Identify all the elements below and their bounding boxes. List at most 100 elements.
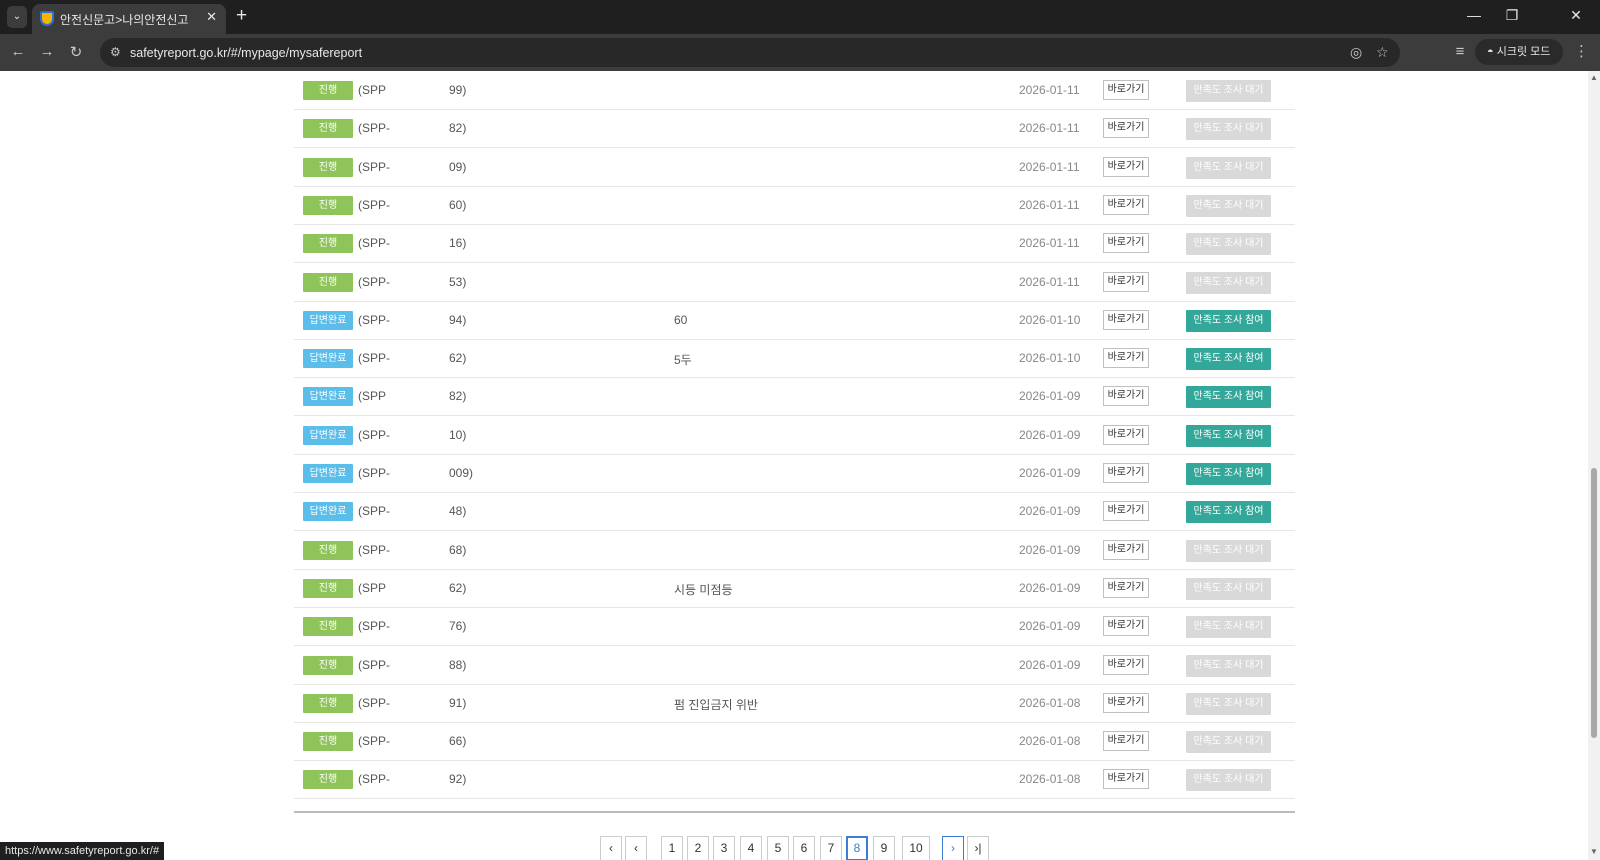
report-date: 2026-01-11 [1019,274,1080,289]
status-url: https://www.safetyreport.go.kr/# [0,842,165,860]
report-title[interactable]: 시등 미점등 [674,581,733,598]
status-badge: 답변완료 [303,425,353,445]
report-id: (SPP- [358,121,391,136]
reading-list-icon[interactable]: ≡ [1450,43,1470,60]
report-number: 16) [449,236,467,251]
report-title[interactable]: 5두 [674,351,692,368]
report-date: 2026-01-09 [1019,504,1081,519]
page-button-7[interactable]: 7 [820,836,842,860]
report-id: (SPP- [358,619,391,634]
table-row: 진행 (SPP- 09) 2026-01-11 바로가기 만족도 조사 대기 [294,148,1295,187]
survey-button[interactable]: 만족도 조사 참여 [1186,309,1271,332]
first-page-icon[interactable]: ‹ [600,836,622,860]
report-title[interactable]: 60 [674,313,687,327]
go-button[interactable]: 바로가기 [1103,463,1149,483]
new-tab-button[interactable]: + [236,5,247,27]
url-text[interactable]: safetyreport.go.kr/#/mypage/mysafereport [130,46,362,60]
go-button[interactable]: 바로가기 [1103,424,1149,445]
incognito-icon: ◓ [1487,46,1497,58]
page-button-4[interactable]: 4 [740,836,762,860]
go-button[interactable]: 바로가기 [1103,271,1149,292]
prev-page-icon[interactable]: ‹ [625,836,647,860]
page-scrollbar[interactable]: ▲ ▼ [1588,71,1600,860]
report-number: 60) [449,197,467,212]
report-id: (SPP- [358,504,391,519]
table-row: 답변완료 (SPP- 009) 2026-01-09 바로가기 만족도 조사 참여 [294,454,1295,493]
go-button[interactable]: 바로가기 [1103,731,1149,752]
forward-button[interactable]: → [37,43,57,60]
status-badge: 진행 [303,693,353,713]
survey-button: 만족도 조사 대기 [1186,616,1271,639]
status-badge: 진행 [303,578,353,598]
status-badge: 진행 [303,540,353,560]
report-id: (SPP [358,580,387,595]
status-badge: 답변완료 [303,502,353,522]
page-button-5[interactable]: 5 [767,836,789,860]
page-button-9[interactable]: 9 [873,836,895,860]
last-page-icon[interactable]: ›| [967,836,989,860]
incognito-indicator[interactable]: ◓ 시크릿 모드 [1475,39,1563,65]
survey-button[interactable]: 만족도 조사 참여 [1186,501,1271,524]
survey-button[interactable]: 만족도 조사 참여 [1186,386,1271,409]
minimize-button[interactable]: — [1464,7,1484,23]
go-button[interactable]: 바로가기 [1103,616,1149,637]
report-number: 76) [449,619,467,634]
report-title[interactable]: 펌 진입금지 위반 [674,696,758,713]
go-button[interactable]: 바로가기 [1103,539,1149,560]
table-row: 진행 (SPP- 76) 2026-01-09 바로가기 만족도 조사 대기 [294,607,1295,647]
go-button[interactable]: 바로가기 [1103,194,1149,215]
page-button-10[interactable]: 10 [902,836,930,860]
status-badge: 답변완료 [303,349,353,369]
status-badge: 진행 [303,81,353,100]
tab-close-icon[interactable]: ✕ [206,9,217,25]
reload-button[interactable]: ↻ [66,43,86,61]
scroll-up-icon[interactable]: ▲ [1590,73,1598,82]
go-button[interactable]: 바로가기 [1103,80,1149,100]
active-tab[interactable]: 안전신문고>나의안전신고 ✕ [32,4,226,34]
report-list-page: 진행 (SPP 99) 2026-01-11 바로가기 만족도 조사 대기 진행 (SPP- 8… [0,71,1588,860]
close-window-button[interactable]: ✕ [1566,7,1586,24]
page-button-6[interactable]: 6 [793,836,815,860]
go-button[interactable]: 바로가기 [1103,386,1149,407]
go-button[interactable]: 바로가기 [1103,501,1149,522]
incognito-label: 시크릿 모드 [1496,46,1551,58]
page-button-2[interactable]: 2 [687,836,709,860]
browser-menu-icon[interactable]: ⋮ [1574,42,1589,60]
report-date: 2026-01-11 [1019,197,1080,212]
report-id: (SPP- [358,772,391,787]
table-row: 진행 (SPP 99) 2026-01-11 바로가기 만족도 조사 대기 [294,71,1295,110]
report-number: 92) [449,772,467,787]
go-button[interactable]: 바로가기 [1103,692,1149,713]
page-button-1[interactable]: 1 [661,836,683,860]
tab-search-button[interactable]: ⌄ [7,6,27,28]
report-id: (SPP- [358,657,391,672]
page-button-3[interactable]: 3 [713,836,735,860]
tracking-protection-icon[interactable]: ◎ [1350,44,1362,61]
go-button[interactable]: 바로가기 [1103,348,1149,369]
go-button[interactable]: 바로가기 [1103,654,1149,675]
site-info-icon[interactable]: ⚙ [110,45,121,59]
go-button[interactable]: 바로가기 [1103,577,1149,598]
back-button[interactable]: ← [8,43,28,60]
survey-button[interactable]: 만족도 조사 참여 [1186,348,1271,371]
bookmark-star-icon[interactable]: ☆ [1376,44,1389,61]
survey-button[interactable]: 만족도 조사 참여 [1186,463,1271,485]
go-button[interactable]: 바로가기 [1103,156,1149,177]
report-id: (SPP- [358,466,391,480]
report-date: 2026-01-08 [1019,772,1081,787]
go-button[interactable]: 바로가기 [1103,769,1149,790]
restore-button[interactable]: ❐ [1502,7,1522,24]
scroll-thumb[interactable] [1591,468,1597,738]
report-date: 2026-01-08 [1019,695,1081,710]
page-button-8[interactable]: 8 [846,836,868,860]
report-number: 62) [449,580,467,595]
scroll-down-icon[interactable]: ▼ [1590,847,1598,856]
go-button[interactable]: 바로가기 [1103,233,1149,254]
go-button[interactable]: 바로가기 [1103,118,1149,139]
next-page-icon[interactable]: › [942,836,964,860]
survey-button[interactable]: 만족도 조사 참여 [1186,424,1271,447]
table-row: 진행 (SPP- 82) 2026-01-11 바로가기 만족도 조사 대기 [294,109,1295,149]
go-button[interactable]: 바로가기 [1103,309,1149,330]
address-bar[interactable]: ⚙ safetyreport.go.kr/#/mypage/mysaferepo… [100,38,1400,67]
status-badge: 진행 [303,157,353,177]
